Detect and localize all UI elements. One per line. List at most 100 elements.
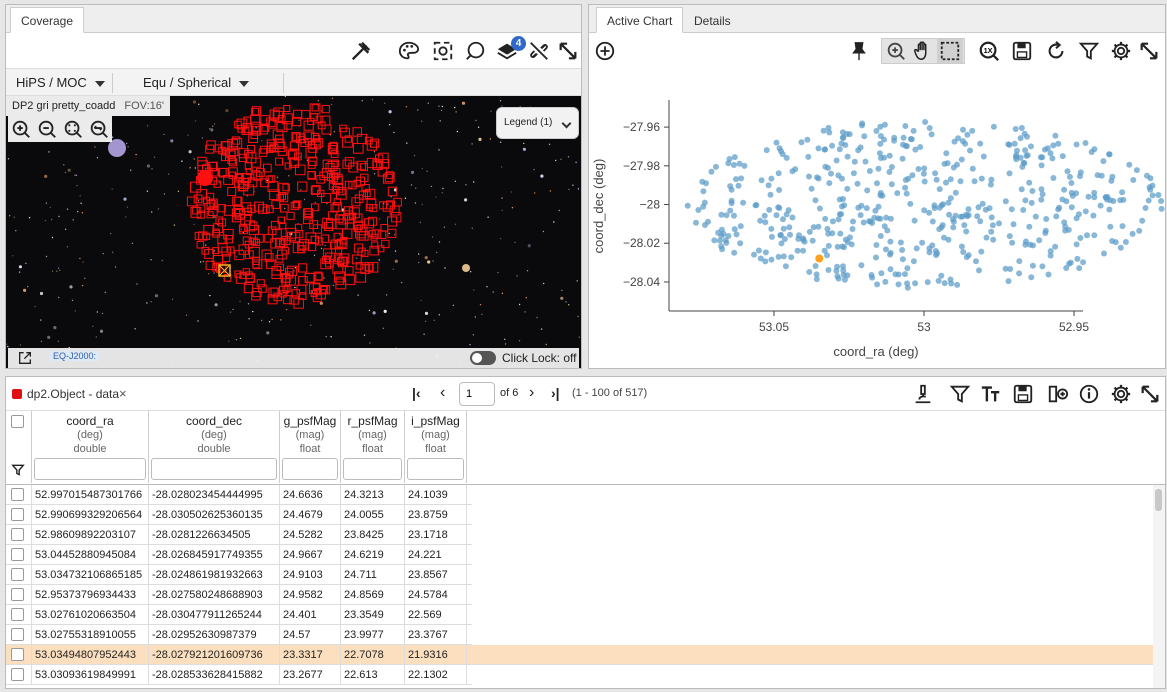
catalog-marker[interactable] xyxy=(294,164,306,176)
catalog-marker[interactable] xyxy=(286,211,295,220)
data-point[interactable] xyxy=(1028,274,1035,281)
data-point[interactable] xyxy=(878,270,885,277)
data-point[interactable] xyxy=(955,135,962,142)
data-point[interactable] xyxy=(829,230,836,237)
data-point[interactable] xyxy=(1139,217,1146,224)
filter-input-coord-dec[interactable] xyxy=(151,458,277,480)
data-point[interactable] xyxy=(867,218,874,225)
data-point[interactable] xyxy=(917,144,924,150)
data-point[interactable] xyxy=(899,155,906,162)
data-point[interactable] xyxy=(895,281,902,288)
data-point[interactable] xyxy=(950,218,957,225)
data-point[interactable] xyxy=(815,145,822,152)
data-point[interactable] xyxy=(843,131,850,137)
data-point[interactable] xyxy=(786,224,793,231)
data-point[interactable] xyxy=(837,230,844,237)
catalog-marker[interactable] xyxy=(283,105,291,112)
data-point[interactable] xyxy=(1112,239,1119,246)
data-point[interactable] xyxy=(971,178,978,185)
data-point[interactable] xyxy=(768,175,775,182)
data-point[interactable] xyxy=(900,134,907,141)
catalog-marker[interactable] xyxy=(305,147,317,159)
expand-icon[interactable] xyxy=(555,38,581,64)
row-checkbox[interactable] xyxy=(11,508,24,521)
filter-icon[interactable] xyxy=(947,381,973,407)
data-point[interactable] xyxy=(835,216,842,223)
table-row[interactable]: 53.04452880945084 -28.026845917749355 24.9… xyxy=(6,545,472,565)
data-point[interactable] xyxy=(902,123,909,129)
data-point[interactable] xyxy=(872,207,879,214)
data-point[interactable] xyxy=(826,180,833,187)
data-point[interactable] xyxy=(895,271,902,278)
data-point[interactable] xyxy=(915,166,922,172)
data-point[interactable] xyxy=(977,140,984,147)
data-point[interactable] xyxy=(1028,199,1035,206)
center-target-icon[interactable] xyxy=(430,38,456,64)
data-point[interactable] xyxy=(877,215,884,222)
data-point[interactable] xyxy=(902,271,908,278)
data-point[interactable] xyxy=(935,277,942,284)
filter-icon[interactable] xyxy=(1076,38,1102,64)
data-point[interactable] xyxy=(938,272,945,279)
data-point[interactable] xyxy=(1074,255,1081,262)
save-icon[interactable] xyxy=(1010,381,1036,407)
data-point[interactable] xyxy=(943,150,950,157)
data-point[interactable] xyxy=(829,142,836,149)
catalog-marker[interactable] xyxy=(298,276,308,286)
data-point[interactable] xyxy=(1068,204,1075,211)
data-point[interactable] xyxy=(851,158,858,165)
data-point[interactable] xyxy=(841,276,848,283)
data-point[interactable] xyxy=(976,267,982,274)
data-point[interactable] xyxy=(731,154,738,161)
column-header-r-psfmag[interactable]: r_psfMag (mag) float xyxy=(341,411,405,483)
table-row[interactable]: 53.03093619849991 -28.028533628415882 23.2… xyxy=(6,665,472,685)
data-point[interactable] xyxy=(693,219,699,226)
data-point[interactable] xyxy=(866,168,873,174)
data-point[interactable] xyxy=(1008,206,1015,213)
data-point[interactable] xyxy=(958,156,965,163)
catalog-marker[interactable] xyxy=(271,229,282,240)
data-point[interactable] xyxy=(718,211,725,218)
data-point[interactable] xyxy=(946,211,953,218)
data-point[interactable] xyxy=(833,157,840,164)
data-point[interactable] xyxy=(877,192,884,199)
data-point[interactable] xyxy=(933,176,940,183)
pan-hand-icon[interactable] xyxy=(910,39,936,63)
data-point[interactable] xyxy=(1155,192,1162,198)
data-point[interactable] xyxy=(964,131,971,138)
catalog-marker[interactable] xyxy=(346,222,354,230)
data-point[interactable] xyxy=(782,263,789,270)
catalog-marker-cluster[interactable] xyxy=(197,170,213,186)
data-point[interactable] xyxy=(1045,271,1052,278)
catalog-marker[interactable] xyxy=(327,161,338,171)
data-point[interactable] xyxy=(1077,169,1084,176)
data-point[interactable] xyxy=(1059,153,1066,160)
data-point[interactable] xyxy=(1016,270,1023,277)
data-point[interactable] xyxy=(829,218,836,225)
data-point[interactable] xyxy=(1019,163,1026,170)
data-point[interactable] xyxy=(947,195,954,202)
data-point[interactable] xyxy=(1049,155,1056,162)
data-point[interactable] xyxy=(1145,197,1152,204)
data-point[interactable] xyxy=(978,248,985,255)
data-point[interactable] xyxy=(855,147,862,154)
row-checkbox[interactable] xyxy=(11,568,24,581)
zoom-out-icon[interactable] xyxy=(34,116,60,142)
column-header-g-psfmag[interactable]: g_psfMag (mag) float xyxy=(280,411,341,483)
data-point[interactable] xyxy=(863,205,870,212)
catalog-marker[interactable] xyxy=(380,224,389,232)
data-point[interactable] xyxy=(969,127,976,134)
data-point[interactable] xyxy=(813,271,820,278)
zoom-reset-icon[interactable]: 1X xyxy=(976,38,1002,64)
data-point[interactable] xyxy=(1022,197,1029,204)
data-point[interactable] xyxy=(1129,230,1136,237)
data-point[interactable] xyxy=(857,212,864,219)
data-point[interactable] xyxy=(1006,233,1013,240)
data-point[interactable] xyxy=(783,211,790,218)
data-point[interactable] xyxy=(804,136,811,143)
data-point[interactable] xyxy=(849,226,856,232)
data-point[interactable] xyxy=(842,142,849,148)
data-point[interactable] xyxy=(1068,180,1075,186)
data-point[interactable] xyxy=(775,204,782,211)
data-point[interactable] xyxy=(733,231,740,238)
